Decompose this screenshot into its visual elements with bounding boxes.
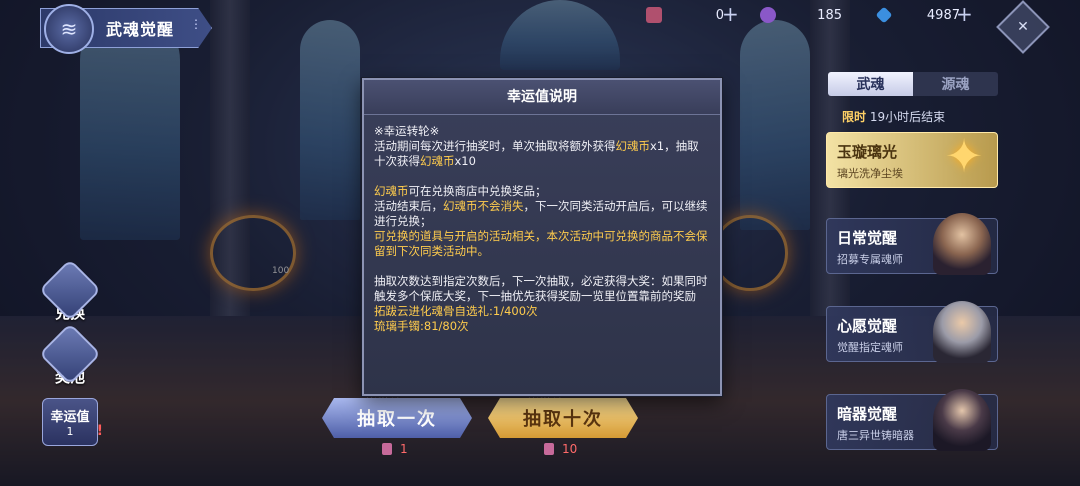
resource-tickets: 0 xyxy=(646,4,724,26)
add-diamonds-button[interactable]: + xyxy=(956,4,973,24)
dialog-body: ※幸运转轮※ 活动期间每次进行抽奖时，单次抽取将额外获得幻魂币x1，抽取十次获得… xyxy=(374,124,708,334)
pity-progress-2: 琉璃手镯:81/80次 xyxy=(374,319,469,333)
draw-ten-cost: 10 xyxy=(544,442,577,456)
resource-diamonds: 4987 xyxy=(875,4,960,26)
card-yuxuan-liguang[interactable]: 玉璇璃光 璃光洗净尘埃 ✦ xyxy=(826,129,998,188)
tab-yuanhun[interactable]: 源魂 xyxy=(913,72,998,96)
exchange-button[interactable]: 兑换 xyxy=(38,258,102,323)
luck-value-button[interactable]: 幸运值 1 ! xyxy=(42,398,103,446)
resource-value: 4987 xyxy=(926,7,960,23)
alert-icon: ! xyxy=(96,423,103,439)
ticket-icon xyxy=(382,443,392,455)
luck-label: 幸运值 xyxy=(50,410,90,425)
luck-info-dialog: 幸运值说明 ※幸运转轮※ 活动期间每次进行抽奖时，单次抽取将额外获得幻魂币x1，… xyxy=(362,78,722,396)
card-daily-awaken[interactable]: 日常觉醒 招募专属魂师 xyxy=(826,213,998,275)
resource-value: 185 xyxy=(817,7,842,23)
character-portrait xyxy=(933,389,991,451)
draw-ten-button[interactable]: 抽取十次 xyxy=(488,398,638,438)
dialog-paragraph: 活动结束后，幻魂币不会消失，下一次同类活动开启后，可以继续进行兑换； xyxy=(374,199,708,228)
dialog-heading: ※幸运转轮※ xyxy=(374,124,440,138)
character-portrait xyxy=(933,213,991,275)
title-menu-icon[interactable]: ⋮ xyxy=(190,17,202,31)
card-wish-awaken[interactable]: 心愿觉醒 觉醒指定魂师 xyxy=(826,301,998,363)
gold-crystal-icon: ✦ xyxy=(944,129,984,183)
card-name: 暗器觉醒 xyxy=(837,405,898,423)
swirl-emblem-icon[interactable]: ≋ xyxy=(44,4,94,54)
cost-value: 10 xyxy=(562,442,578,456)
cross-icon: ✕ xyxy=(1017,19,1029,35)
dialog-paragraph: 活动期间每次进行抽奖时，单次抽取将额外获得幻魂币x1，抽取十次获得幻魂币x10 xyxy=(374,139,699,168)
prize-pool-button[interactable]: 奖池 xyxy=(38,322,102,387)
dialog-paragraph: 抽取次数达到指定次数后，下一次抽取，必定获得大奖：如果同时触发多个保底大奖，下一… xyxy=(374,274,708,303)
card-desc: 璃光洗净尘埃 xyxy=(837,167,903,180)
draw-once-button[interactable]: 抽取一次 xyxy=(322,398,472,438)
orb-icon xyxy=(760,7,776,23)
countdown-text: 19小时后结束 xyxy=(869,110,946,124)
flag-ticket-icon xyxy=(646,7,662,23)
limited-time-info: 限时 19小时后结束 xyxy=(842,108,945,125)
cost-value: 1 xyxy=(400,442,408,456)
card-name: 心愿觉醒 xyxy=(837,317,898,335)
card-name: 玉璇璃光 xyxy=(837,143,898,161)
card-desc: 招募专属魂师 xyxy=(837,253,903,266)
blue-diamond-icon xyxy=(875,6,893,24)
card-name: 日常觉醒 xyxy=(837,229,898,247)
dialog-paragraph: 可兑换的道具与开启的活动相关，本次活动中可兑换的商品不会保留到下次同类活动中。 xyxy=(374,229,708,258)
character-portrait xyxy=(933,301,991,363)
pity-progress-1: 拓跋云进化魂骨自选礼:1/400次 xyxy=(374,304,538,318)
ticket-icon xyxy=(544,443,554,455)
page-title: 武魂觉醒 xyxy=(106,20,175,39)
resource-value: 0 xyxy=(715,7,724,23)
luck-value: 1 xyxy=(66,425,74,438)
card-hidden-weapon-awaken[interactable]: 暗器觉醒 唐三异世铸暗器 xyxy=(826,389,998,451)
tab-wuhun[interactable]: 武魂 xyxy=(828,72,913,96)
draw-one-cost: 1 xyxy=(382,442,408,456)
resource-orbs: 185 xyxy=(760,4,842,26)
card-desc: 唐三异世铸暗器 xyxy=(837,429,914,442)
limited-label: 限时 xyxy=(842,110,867,124)
exchange-icon xyxy=(38,258,102,322)
prize-pool-icon xyxy=(38,322,102,386)
soul-tabs: 武魂 源魂 xyxy=(828,72,998,96)
add-tickets-button[interactable]: + xyxy=(722,4,739,24)
dialog-title: 幸运值说明 xyxy=(364,80,720,115)
dialog-paragraph: 幻魂币可在兑换商店中兑换奖品； xyxy=(374,184,547,198)
card-desc: 觉醒指定魂师 xyxy=(837,341,903,354)
